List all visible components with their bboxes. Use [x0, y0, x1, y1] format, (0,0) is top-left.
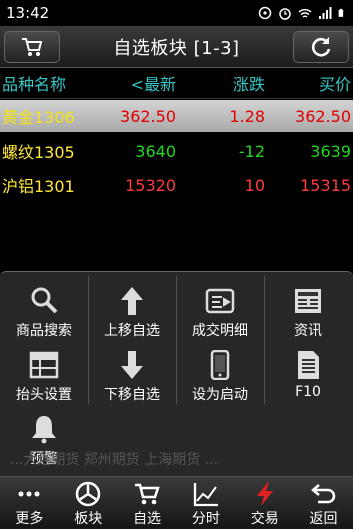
nav-back[interactable]: 返回 — [294, 477, 353, 529]
nav-label: 更多 — [15, 511, 44, 527]
nav-sector[interactable]: 板块 — [59, 477, 118, 529]
row-bid: 3639 — [310, 141, 351, 161]
lightning-icon — [256, 482, 273, 506]
nav-label: 交易 — [250, 511, 279, 527]
nav-label: 自选 — [133, 511, 162, 527]
battery-icon — [338, 8, 344, 17]
timeshare-icon — [193, 483, 218, 507]
status-time: 13:42 — [6, 4, 50, 22]
bell-icon — [32, 416, 56, 444]
title-bar: 自选板块 [1-3] — [0, 26, 353, 68]
row-bid: 362.50 — [295, 106, 351, 126]
table-row[interactable]: 黄金1306 362.50 1.28 362.50 — [0, 100, 353, 132]
cart-button[interactable] — [4, 31, 60, 63]
document-icon — [298, 351, 319, 379]
nav-label: 返回 — [309, 511, 338, 527]
status-icons — [258, 6, 347, 20]
menu-item-label: 商品搜索 — [16, 323, 72, 339]
sector-icon — [75, 481, 101, 507]
phone-icon — [210, 350, 230, 380]
notification-icon — [258, 6, 272, 20]
menu-item-label: F10 — [295, 384, 321, 400]
table-row[interactable]: 沪铝1301 15320 10 15315 — [0, 169, 353, 201]
search-icon — [31, 287, 58, 314]
refresh-button[interactable] — [293, 31, 349, 63]
menu-item-f10[interactable]: F10 — [264, 344, 352, 408]
menu-item-search[interactable]: 商品搜索 — [0, 280, 88, 344]
menu-item-move-down[interactable]: 下移自选 — [88, 344, 176, 408]
menu-item-label: 抬头设置 — [16, 387, 72, 403]
news-icon — [295, 289, 321, 313]
table-header-icon — [29, 351, 59, 379]
bottom-navigation: 更多 板块 自选 分时 交易 返回 — [0, 476, 353, 529]
page-title: 自选板块 [1-3] — [113, 37, 240, 59]
menu-item-label: 资讯 — [294, 323, 322, 339]
menu-item-label: 成交明细 — [192, 323, 248, 339]
nav-label: 分时 — [191, 511, 220, 527]
arrow-down-icon — [121, 351, 143, 379]
wifi-icon — [298, 9, 312, 18]
table-row[interactable]: 螺纹1305 3640 -12 3639 — [0, 135, 353, 167]
market-ticker: ...大连期货 郑州期货 上海期货 ... — [10, 451, 219, 468]
menu-item-news[interactable]: 资讯 — [264, 280, 352, 344]
arrow-up-icon — [121, 287, 143, 315]
menu-item-label: 设为启动 — [192, 387, 248, 403]
refresh-icon — [311, 37, 331, 57]
nav-more[interactable]: 更多 — [0, 477, 59, 529]
menu-item-label: 下移自选 — [104, 387, 160, 403]
menu-item-label: 上移自选 — [104, 323, 160, 339]
alarm-icon — [279, 8, 291, 20]
menu-item-set-startup[interactable]: 设为启动 — [176, 344, 264, 408]
menu-item-trade-detail[interactable]: 成交明细 — [176, 280, 264, 344]
back-icon — [310, 484, 335, 504]
cart-icon — [22, 38, 43, 56]
table-header: 品种名称 <最新 涨跌 买价 — [0, 68, 353, 99]
menu-item-move-up[interactable]: 上移自选 — [88, 280, 176, 344]
column-bid[interactable]: 买价 — [0, 71, 351, 95]
row-bid: 15315 — [300, 175, 351, 195]
nav-watchlist[interactable]: 自选 — [118, 477, 177, 529]
nav-label: 板块 — [74, 511, 103, 527]
more-icon — [18, 491, 40, 497]
status-bar: 13:42 — [0, 0, 353, 26]
nav-trade[interactable]: 交易 — [235, 477, 294, 529]
signal-icon — [319, 7, 332, 19]
trade-detail-icon — [205, 288, 235, 314]
cart-icon — [135, 483, 160, 505]
nav-timeshare[interactable]: 分时 — [176, 477, 235, 529]
menu-item-header-setting[interactable]: 抬头设置 — [0, 344, 88, 408]
